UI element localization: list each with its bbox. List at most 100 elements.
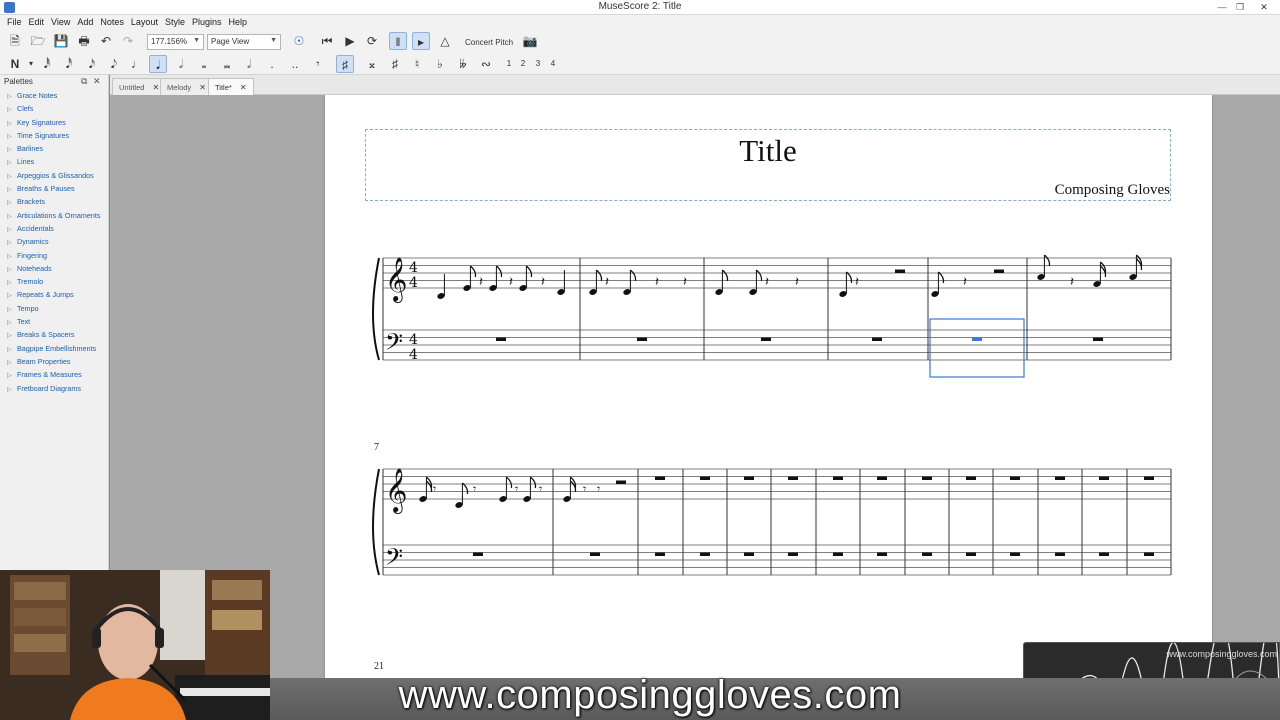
palette-item[interactable]: ▷ Noteheads — [0, 262, 108, 275]
score-canvas[interactable]: Title Composing Gloves 𝄞 𝄢 4 4 4 4 𝄽 𝄽 𝄽 𝄽 𝄽 𝄽 𝄽 𝄽 𝄽 𝄽 𝄽… — [110, 95, 1280, 720]
palette-item[interactable]: ▷ Text — [0, 315, 108, 328]
concert-pitch-toggle[interactable]: Concert Pitch — [465, 38, 513, 47]
palette-item[interactable]: ▷ Key Signatures — [0, 116, 108, 129]
menu-view[interactable]: View — [48, 15, 74, 30]
palette-item[interactable]: ▷ Articulations & Ornaments — [0, 209, 108, 222]
score-title[interactable]: Title — [366, 133, 1170, 169]
menu-add[interactable]: Add — [74, 15, 97, 30]
whole-half-note-icon[interactable]: 𝅗𝅥 — [172, 55, 190, 73]
title-vertical-frame[interactable]: Title Composing Gloves — [365, 129, 1171, 201]
palette-item[interactable]: ▷ Beam Properties — [0, 355, 108, 368]
menu-style[interactable]: Style — [162, 15, 189, 30]
new-score-icon[interactable]: 🗎 — [6, 32, 24, 50]
16th-note-icon[interactable]: 𝅘𝅥𝅯 — [83, 55, 101, 73]
menu-notes[interactable]: Notes — [97, 15, 128, 30]
repeat-playback-icon[interactable]: ‖ — [389, 32, 407, 50]
32nd-note-icon[interactable]: 𝅘𝅥𝅰 — [60, 55, 78, 73]
64th-note-icon[interactable]: 𝅘𝅥𝅱 — [38, 55, 56, 73]
menu-edit[interactable]: Edit — [26, 15, 49, 30]
palette-item[interactable]: ▷ Brackets — [0, 195, 108, 208]
tie-icon[interactable]: ∾ — [477, 55, 495, 73]
eighth-note-icon[interactable]: 𝅘𝅥𝅮 — [105, 55, 123, 73]
palette-item[interactable]: ▷ Repeats & Jumps — [0, 288, 108, 301]
palette-item[interactable]: ▷ Accidentals — [0, 222, 108, 235]
save-icon[interactable]: 💾 — [52, 32, 70, 50]
whole-rest — [788, 552, 798, 556]
open-folder-icon[interactable]: 🗁 — [29, 32, 47, 50]
close-tab-icon[interactable]: ✕ — [199, 83, 206, 92]
palette-item[interactable]: ▷ Barlines — [0, 142, 108, 155]
score-system-2[interactable]: 𝄞 𝄢 𝄾 𝄾 𝄾 𝄾 𝄾 𝄾 — [365, 443, 1175, 583]
selection-box — [929, 318, 1025, 378]
image-capture-toggle-icon[interactable]: ☉ — [290, 32, 308, 50]
voice-4-button[interactable]: 4 — [544, 55, 562, 73]
whole-rest — [877, 552, 887, 556]
palette-item[interactable]: ▷ Dynamics — [0, 235, 108, 248]
view-mode-select[interactable]: Page View ▼ — [207, 34, 281, 50]
pan-score-icon[interactable]: ▸ — [412, 32, 430, 50]
whole-rest — [744, 552, 754, 556]
close-icon[interactable]: ✕ — [1252, 0, 1276, 14]
play-icon[interactable]: ▶ — [341, 32, 359, 50]
note-flag — [938, 271, 945, 284]
augmentation-dot-icon[interactable]: . — [263, 55, 281, 73]
minimize-icon[interactable]: — — [1214, 0, 1230, 14]
rest-icon[interactable]: 𝄾 — [309, 55, 327, 73]
toggle-accidental-icon[interactable]: ♯ — [336, 55, 354, 73]
double-dot-icon[interactable]: .. — [286, 55, 304, 73]
undo-icon[interactable]: ↶ — [97, 32, 115, 50]
close-panel-icon[interactable]: ✕ — [93, 76, 101, 87]
palette-item[interactable]: ▷ Frames & Measures — [0, 368, 108, 381]
close-tab-icon[interactable]: ✕ — [152, 83, 159, 92]
double-flat-icon[interactable]: 𝄫 — [454, 55, 472, 73]
natural-icon[interactable]: ♮ — [408, 55, 426, 73]
menu-plugins[interactable]: Plugins — [189, 15, 226, 30]
close-tab-icon[interactable]: ✕ — [240, 83, 247, 92]
palette-item[interactable]: ▷ Breaks & Spacers — [0, 328, 108, 341]
menu-help[interactable]: Help — [226, 15, 252, 30]
palette-item[interactable]: ▷ Grace Notes — [0, 89, 108, 102]
tab-title[interactable]: Title* ✕ — [208, 78, 254, 95]
menu-layout[interactable]: Layout — [128, 15, 162, 30]
sharp-icon[interactable]: ♯ — [386, 55, 404, 73]
camera-icon[interactable]: 📷 — [521, 32, 539, 50]
palette-item[interactable]: ▷ Time Signatures — [0, 129, 108, 142]
palette-item[interactable]: ▷ Bagpipe Embellishments — [0, 342, 108, 355]
zoom-select[interactable]: 177.156% ▼ — [147, 34, 204, 50]
note-input-toolbar: N ▾ 𝅘𝅥𝅱 𝅘𝅥𝅰 𝅘𝅥𝅯 𝅘𝅥𝅮 ♩ 𝅘𝅥 𝅗𝅥 𝅝 𝅜 𝅗𝅥 . .. 𝄾 ♯ 𝄪 ♯ ♮ ♭… — [0, 53, 1280, 75]
file-toolbar: 🗎 🗁 💾 🖶 ↶ ↷ 177.156% ▼ Page View ▼ ☉ ⏮ ▶… — [0, 30, 1280, 53]
palette-item[interactable]: ▷ Arpeggios & Glissandos — [0, 169, 108, 182]
double-whole-note-icon[interactable]: 𝅜 — [218, 55, 236, 73]
whole-rest — [872, 337, 882, 341]
whole-note-icon[interactable]: 𝅝 — [195, 55, 213, 73]
float-panel-icon[interactable]: ⧉ — [81, 76, 87, 87]
quarter-note-icon[interactable]: ♩ — [128, 55, 146, 73]
restore-icon[interactable]: ❐ — [1232, 0, 1248, 14]
rewind-icon[interactable]: ⏮ — [318, 32, 336, 50]
longa-icon[interactable]: 𝅗𝅥 — [240, 55, 258, 73]
selected-whole-rest — [972, 337, 982, 341]
redo-icon[interactable]: ↷ — [119, 32, 137, 50]
palette-item[interactable]: ▷ Fingering — [0, 249, 108, 262]
half-note-icon[interactable]: 𝅘𝅥 — [149, 55, 167, 73]
palette-item[interactable]: ▷ Fretboard Diagrams — [0, 382, 108, 395]
loop-icon[interactable]: ⟳ — [363, 32, 381, 50]
menu-file[interactable]: File — [4, 15, 26, 30]
score-page[interactable]: Title Composing Gloves 𝄞 𝄢 4 4 4 4 𝄽 𝄽 𝄽 𝄽 𝄽 𝄽 𝄽 𝄽 𝄽 𝄽 𝄽… — [325, 95, 1212, 720]
palette-item[interactable]: ▷ Clefs — [0, 102, 108, 115]
palette-item[interactable]: ▷ Breaths & Pauses — [0, 182, 108, 195]
double-sharp-icon[interactable]: 𝄪 — [363, 55, 381, 73]
palette-item[interactable]: ▷ Tremolo — [0, 275, 108, 288]
metronome-icon[interactable]: △ — [436, 32, 454, 50]
tab-untitled[interactable]: Untitled ✕ — [112, 78, 167, 95]
score-system-1[interactable]: 𝄞𝄢4444𝄽 𝄽 𝄽 𝄽 𝄽 𝄽 𝄽 𝄽 𝄽 𝄽 𝄽 — [365, 235, 1175, 395]
print-icon[interactable]: 🖶 — [75, 32, 93, 50]
palette-item[interactable]: ▷ Tempo — [0, 302, 108, 315]
quarter-rest: 𝄽 — [855, 275, 859, 290]
flat-icon[interactable]: ♭ — [431, 55, 449, 73]
composer-text[interactable]: Composing Gloves — [1055, 182, 1170, 199]
tab-melody[interactable]: Melody ✕ — [160, 78, 213, 95]
note-flag — [462, 482, 469, 495]
whole-rest — [590, 552, 600, 556]
palette-item[interactable]: ▷ Lines — [0, 155, 108, 168]
